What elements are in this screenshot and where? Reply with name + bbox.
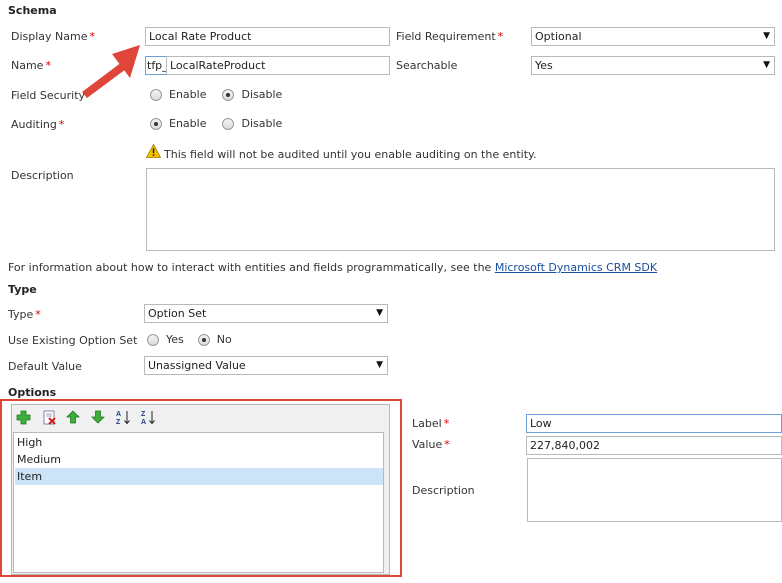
field-security-enable-label: Enable: [169, 88, 207, 101]
info-line: For information about how to interact wi…: [8, 261, 657, 274]
required-marker: *: [45, 59, 51, 72]
option-value-label-text: Value: [412, 438, 443, 451]
arrow-down-icon: [91, 410, 105, 424]
auditing-radios: Enable Disable: [150, 117, 282, 130]
option-description-label: Description: [412, 484, 475, 497]
option-description-textarea[interactable]: [527, 458, 782, 522]
required-marker: *: [58, 118, 65, 131]
move-up-button[interactable]: [64, 408, 82, 426]
default-value-value: Unassigned Value: [148, 359, 246, 372]
description-textarea[interactable]: [146, 168, 775, 251]
svg-text:A: A: [116, 411, 121, 418]
dropdown-arrow-icon: ▼: [376, 308, 383, 318]
name-input[interactable]: LocalRateProduct: [166, 56, 390, 75]
default-value-select[interactable]: Unassigned Value ▼: [144, 356, 388, 375]
field-security-disable-radio[interactable]: [222, 88, 235, 101]
options-heading: Options: [8, 386, 57, 399]
info-text: For information about how to interact wi…: [8, 261, 495, 274]
dropdown-arrow-icon: ▼: [376, 360, 383, 370]
auditing-enable-radio[interactable]: [150, 117, 162, 130]
use-existing-no-label: No: [216, 333, 232, 346]
auditing-label: Auditing *: [11, 118, 64, 131]
auditing-disable-radio[interactable]: [222, 117, 235, 130]
delete-icon: [43, 410, 56, 425]
sort-ascending-icon: A Z: [116, 410, 130, 426]
required-marker: *: [35, 308, 41, 321]
option-value-input[interactable]: 227,840,002: [526, 436, 782, 455]
arrow-up-icon: [66, 410, 80, 424]
add-option-button[interactable]: [14, 408, 32, 426]
schema-heading: Schema: [8, 4, 57, 17]
svg-text:Z: Z: [116, 419, 121, 426]
type-heading: Type: [8, 283, 37, 296]
add-icon: [16, 410, 30, 424]
sort-descending-icon: Z A: [141, 410, 155, 426]
option-label-label: Label *: [412, 417, 449, 430]
field-security-enable-radio[interactable]: [150, 88, 162, 101]
sort-ascending-button[interactable]: A Z: [114, 408, 132, 426]
warning-icon: [146, 144, 161, 158]
use-existing-label: Use Existing Option Set: [8, 334, 138, 347]
field-security-radios: Enable Disable: [150, 88, 282, 101]
required-marker: *: [444, 438, 450, 451]
option-value-label: Value *: [412, 438, 450, 451]
type-value: Option Set: [148, 307, 207, 320]
searchable-label: Searchable: [396, 59, 458, 72]
svg-text:A: A: [141, 419, 146, 426]
audit-warning-text: This field will not be audited until you…: [164, 148, 537, 161]
display-name-input[interactable]: Local Rate Product: [145, 27, 390, 46]
auditing-disable-label: Disable: [241, 117, 283, 130]
option-list-item[interactable]: High: [15, 434, 383, 451]
dropdown-arrow-icon: ▼: [763, 60, 770, 70]
use-existing-radios: Yes No: [147, 333, 232, 346]
dropdown-arrow-icon: ▼: [763, 31, 770, 41]
use-existing-yes-radio[interactable]: [147, 333, 159, 346]
description-label: Description: [11, 169, 74, 182]
auditing-label-text: Auditing: [11, 118, 57, 131]
field-requirement-value: Optional: [535, 30, 582, 43]
svg-text:Z: Z: [141, 411, 146, 418]
required-marker: *: [443, 417, 450, 430]
field-requirement-label-text: Field Requirement: [396, 30, 496, 43]
required-marker: *: [497, 30, 504, 43]
use-existing-yes-label: Yes: [166, 333, 184, 346]
option-list-item[interactable]: Item: [15, 468, 383, 485]
type-select[interactable]: Option Set ▼: [144, 304, 388, 323]
field-security-label: Field Security: [11, 89, 86, 102]
option-label-input[interactable]: Low: [526, 414, 782, 433]
move-down-button[interactable]: [89, 408, 107, 426]
auditing-enable-label: Enable: [169, 117, 207, 130]
searchable-select[interactable]: Yes ▼: [531, 56, 775, 75]
default-value-label: Default Value: [8, 360, 82, 373]
option-label-label-text: Label: [412, 417, 442, 430]
type-label-text: Type: [8, 308, 34, 321]
delete-option-button[interactable]: [40, 408, 58, 426]
name-label-text: Name: [11, 59, 44, 72]
field-requirement-label: Field Requirement *: [396, 30, 503, 43]
sort-descending-button[interactable]: Z A: [139, 408, 157, 426]
field-requirement-select[interactable]: Optional ▼: [531, 27, 775, 46]
searchable-value: Yes: [535, 59, 553, 72]
sdk-link[interactable]: Microsoft Dynamics CRM SDK: [495, 261, 657, 274]
name-label: Name *: [11, 59, 51, 72]
option-list-item[interactable]: Medium: [15, 451, 383, 468]
use-existing-no-radio[interactable]: [197, 333, 210, 346]
type-label: Type *: [8, 308, 41, 321]
field-security-disable-label: Disable: [241, 88, 283, 101]
